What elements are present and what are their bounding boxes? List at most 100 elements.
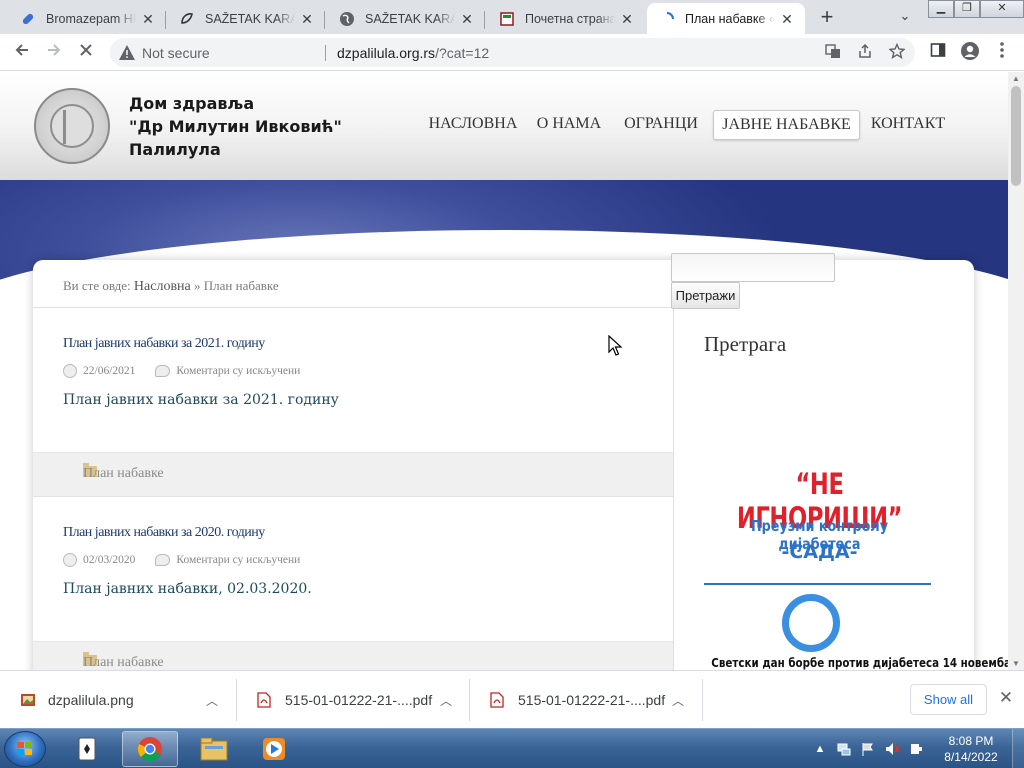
- post-list: План јавних набавки за 2021. годину 22/0…: [33, 307, 674, 670]
- download-item[interactable]: 515-01-01222-21-....pdf ︿: [470, 671, 702, 729]
- post-category-bar: План набавке: [33, 452, 673, 496]
- forward-arrow-icon[interactable]: [42, 41, 66, 65]
- nav-item-contact[interactable]: КОНТАКТ: [868, 110, 948, 140]
- tab-close-icon[interactable]: ✕: [619, 11, 635, 27]
- tab-title: SAŽETAK KARAKT: [205, 11, 295, 26]
- show-desktop-button[interactable]: [1012, 729, 1024, 768]
- url-text[interactable]: dzpalilula.org.rs/?cat=12: [337, 45, 489, 61]
- search-widget-title: Претрага: [704, 332, 787, 356]
- browser-tab-2[interactable]: SAŽETAK KARAKT ✕: [167, 3, 325, 34]
- comment-bubble-icon: [155, 365, 171, 377]
- scrollbar-thumb[interactable]: [1011, 86, 1021, 186]
- post-date: 02/03/2020: [83, 554, 136, 566]
- minimize-button[interactable]: ▁: [928, 0, 954, 18]
- nav-item-public-procurement[interactable]: ЈАВНЕ НАБАВКЕ: [713, 110, 860, 140]
- breadcrumb: Ви сте овде: Насловна » План набавке: [63, 278, 279, 295]
- tab-title: SAŽETAK KARAKT: [365, 11, 455, 26]
- post-category-link[interactable]: План набавке: [83, 466, 164, 482]
- mouse-cursor-icon: [608, 334, 624, 357]
- scroll-up-arrow-icon[interactable]: ▲: [1012, 74, 1020, 83]
- windows-taskbar: ▲ 8:08 PM 8/14/2022: [0, 728, 1024, 768]
- post-excerpt[interactable]: План јавних набавки за 2021. годину: [63, 392, 339, 408]
- security-label[interactable]: Not secure: [142, 45, 210, 61]
- tray-volume-muted-icon[interactable]: [884, 741, 900, 757]
- close-shelf-icon[interactable]: ✕: [997, 689, 1015, 707]
- blue-circle-icon: [782, 594, 840, 652]
- search-input[interactable]: [671, 253, 835, 282]
- browser-tab-1[interactable]: Bromazepam HF 3 ✕: [8, 3, 166, 34]
- scroll-down-arrow-icon[interactable]: ▼: [1012, 659, 1020, 668]
- clock-time: 8:08 PM: [948, 734, 994, 748]
- browser-tab-strip: Bromazepam HF 3 ✕ SAŽETAK KARAKT ✕ SAŽET…: [0, 0, 1024, 34]
- site-header: Дом здравља "Др Милутин Ивковић" Палилул…: [0, 72, 1008, 180]
- bookmark-star-icon[interactable]: [887, 42, 907, 63]
- address-bar[interactable]: Not secure dzpalilula.org.rs/?cat=12: [110, 38, 915, 67]
- show-all-downloads-button[interactable]: Show all: [910, 684, 987, 715]
- tab-close-icon[interactable]: ✕: [779, 11, 795, 27]
- post-meta: 02/03/2020 Коментари су искључени: [63, 553, 300, 567]
- page-scrollbar[interactable]: ▲ ▼: [1008, 72, 1024, 670]
- taskbar-solitaire-icon[interactable]: [60, 731, 116, 767]
- download-filename: 515-01-01222-21-....pdf: [518, 692, 666, 708]
- download-item[interactable]: 515-01-01222-21-....pdf ︿: [237, 671, 469, 729]
- search-button[interactable]: Претражи: [671, 282, 740, 309]
- tab-title: Почетна страна: [525, 11, 615, 26]
- tab-search-chevron-icon[interactable]: ⌄: [895, 8, 915, 28]
- breadcrumb-home-link[interactable]: Насловна: [134, 279, 191, 294]
- tray-expand-arrow-icon[interactable]: ▲: [812, 741, 828, 757]
- site-logo[interactable]: [34, 88, 110, 164]
- stop-loading-icon[interactable]: [74, 41, 98, 65]
- post-item: План јавних набавки за 2020. годину 02/0…: [33, 497, 673, 670]
- loading-spinner-icon: [659, 11, 675, 27]
- tray-flag-icon[interactable]: [860, 741, 876, 757]
- taskbar-explorer-icon[interactable]: [186, 731, 242, 767]
- pill-icon: [20, 11, 36, 27]
- pdf-file-icon: [257, 692, 273, 708]
- post-title-link[interactable]: План јавних набавки за 2021. годину: [63, 336, 265, 352]
- chevron-up-icon[interactable]: ︿: [206, 692, 218, 709]
- nav-item-branches[interactable]: ОГРАНЦИ: [614, 110, 708, 140]
- tray-network-icon[interactable]: [836, 741, 852, 757]
- post-title-link[interactable]: План јавних набавки за 2020. годину: [63, 525, 265, 541]
- download-filename: dzpalilula.png: [48, 692, 134, 708]
- new-tab-button[interactable]: +: [814, 6, 840, 30]
- chevron-up-icon[interactable]: ︿: [440, 692, 452, 709]
- profile-avatar-icon[interactable]: [958, 41, 982, 65]
- taskbar-chrome-icon[interactable]: [122, 731, 178, 767]
- tab-close-icon[interactable]: ✕: [459, 11, 475, 27]
- tab-close-icon[interactable]: ✕: [140, 11, 156, 27]
- browser-tab-4[interactable]: Почетна страна ✕: [487, 3, 645, 34]
- post-excerpt[interactable]: План јавних набавки, 02.03.2020.: [63, 581, 312, 597]
- window-close-button[interactable]: ✕: [980, 0, 1024, 18]
- download-item[interactable]: dzpalilula.png ︿: [0, 671, 236, 729]
- post-category-link[interactable]: План набавке: [83, 655, 164, 670]
- tab-close-icon[interactable]: ✕: [299, 11, 315, 27]
- share-icon[interactable]: [855, 43, 875, 63]
- globe-icon: [339, 11, 355, 27]
- download-filename: 515-01-01222-21-....pdf: [285, 692, 433, 708]
- browser-tab-3[interactable]: SAŽETAK KARAKT ✕: [327, 3, 485, 34]
- nav-item-about[interactable]: О НАМА: [530, 110, 608, 140]
- back-arrow-icon[interactable]: [10, 41, 34, 65]
- taskbar-media-player-icon[interactable]: [246, 731, 302, 767]
- clock-date: 8/14/2022: [944, 750, 998, 764]
- leaf-icon: [179, 11, 195, 27]
- tray-power-icon[interactable]: [908, 741, 924, 757]
- chevron-up-icon[interactable]: ︿: [672, 692, 684, 709]
- warning-icon[interactable]: [118, 44, 136, 61]
- kebab-menu-icon[interactable]: [990, 41, 1014, 65]
- site-name[interactable]: Дом здравља "Др Милутин Ивковић" Палилул…: [129, 92, 342, 161]
- nav-item-home[interactable]: НАСЛОВНА: [418, 110, 528, 140]
- taskbar-clock[interactable]: 8:08 PM 8/14/2022: [936, 733, 1006, 765]
- translate-icon[interactable]: [823, 43, 843, 63]
- banner-now: -САДА-: [781, 541, 858, 563]
- diabetes-banner[interactable]: “НЕ ИГНОРИШИ” Преузми контролу дијабетес…: [704, 455, 1008, 670]
- restore-button[interactable]: ❐: [954, 0, 980, 18]
- page-viewport: Дом здравља "Др Милутин Ивковић" Палилул…: [0, 72, 1008, 670]
- browser-tab-5-active[interactable]: План набавке « Д ✕: [647, 3, 805, 34]
- windows-logo-icon: [17, 742, 32, 755]
- side-panel-icon[interactable]: [926, 41, 950, 65]
- clock-icon: [63, 364, 77, 378]
- post-date: 22/06/2021: [83, 365, 136, 377]
- start-button[interactable]: [4, 731, 46, 767]
